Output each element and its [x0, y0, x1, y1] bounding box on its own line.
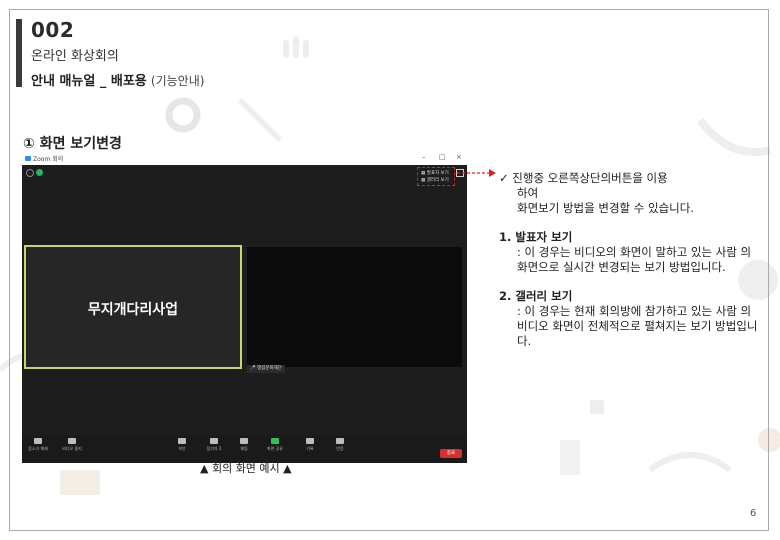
figure-caption: ▲ 회의 화면 예시 ▲ [200, 462, 292, 475]
intro-line-2: 하여 [517, 186, 539, 200]
share-screen-icon [271, 438, 279, 444]
chat-label: 채팅 [240, 446, 248, 451]
gallery-view-heading: 2. 갤러리 보기 [499, 289, 573, 303]
document-title-bold: 안내 매뉴얼 _ 배포용 [31, 74, 147, 89]
microphone-muted-icon [34, 438, 42, 444]
document-title-light: (기능안내) [150, 74, 205, 88]
intro-line-1: ✓ 진행중 오른쪽상단의버튼을 이용 [499, 171, 668, 185]
participant-tile[interactable]: 🎤 쟁점문화재단 [247, 247, 462, 373]
reactions-label: 반응 [336, 446, 344, 451]
stop-video-button[interactable]: 비디오 중지 [58, 438, 86, 452]
active-speaker-name: 무지개다리사업 [87, 302, 179, 318]
video-camera-icon [68, 438, 76, 444]
gallery-view-description: : 이 경우는 현재 회의방에 참가하고 있는 사람 의 비디오 화면이 전체적… [517, 304, 758, 348]
gallery-view-label: 갤러리 보기 [426, 178, 449, 183]
participant-name: 쟁점문화재단 [257, 366, 282, 371]
page-number: 6 [750, 508, 757, 519]
zoom-meeting-stage: ▦ 발표자 보기 ▦ 갤러리 보기 무지개다리사업 🎤 쟁점문화재단 음소거 해… [22, 165, 467, 463]
title-accent-bar [16, 19, 22, 87]
shield-icon [178, 438, 186, 444]
intro-line-3: 화면보기 방법을 변경할 수 있습니다. [517, 201, 694, 215]
zoom-window-title: Zoom 회의 [33, 156, 64, 163]
maximize-button[interactable]: □ [439, 153, 446, 161]
document-number: 002 [31, 18, 75, 42]
encryption-shield-icon[interactable] [36, 169, 43, 176]
description-block: ✓ 진행중 오른쪽상단의버튼을 이용 하여 화면보기 방법을 변경할 수 있습니… [499, 171, 764, 349]
zoom-logo-icon [25, 156, 31, 161]
speaker-view-option[interactable]: ▦ 발표자 보기 [421, 170, 449, 176]
participants-icon [210, 438, 218, 444]
view-switch-menu: ▦ 발표자 보기 ▦ 갤러리 보기 [417, 167, 455, 186]
active-speaker-tile[interactable]: 무지개다리사업 [24, 245, 242, 369]
unmute-button[interactable]: 음소거 해제 [24, 438, 52, 452]
close-window-button[interactable]: × [456, 153, 462, 161]
red-arrow-icon [457, 169, 496, 177]
speaker-view-heading: 1. 발표자 보기 [499, 230, 573, 244]
slide-page: 002 온라인 화상회의 안내 매뉴얼 _ 배포용 (기능안내) ① 화면 보기… [0, 0, 780, 540]
minimize-button[interactable]: – [422, 153, 426, 161]
zoom-window: Zoom 회의 – □ × ▦ 발표자 보기 ▦ 갤러리 보기 무지개다리사업 … [22, 153, 467, 463]
participants-count: 2 [218, 446, 222, 451]
record-button[interactable]: 기록 [300, 438, 320, 452]
section-title: ① 화면 보기변경 [23, 136, 122, 152]
record-icon [306, 438, 314, 444]
security-button[interactable]: 보안 [172, 438, 192, 452]
reactions-button[interactable]: 반응 [330, 438, 350, 452]
zoom-toolbar: 음소거 해제 비디오 중지 보안 참가자 2 채팅 화면 공유 기록 반응 [22, 435, 467, 463]
stop-video-label: 비디오 중지 [62, 446, 82, 451]
unmute-label: 음소거 해제 [28, 446, 48, 451]
emoji-reaction-icon [336, 438, 344, 444]
chat-button[interactable]: 채팅 [234, 438, 254, 452]
share-screen-label: 화면 공유 [267, 446, 283, 451]
participants-button[interactable]: 참가자 2 [202, 438, 226, 452]
zoom-title-bar: Zoom 회의 – □ × [22, 153, 467, 165]
security-label: 보안 [178, 446, 186, 451]
record-label: 기록 [306, 446, 314, 451]
speaker-view-label: 발표자 보기 [426, 171, 449, 176]
participants-label: 참가자 [206, 446, 218, 451]
participant-name-label: 🎤 쟁점문화재단 [247, 365, 285, 373]
share-screen-button[interactable]: 화면 공유 [262, 438, 288, 452]
end-meeting-button[interactable]: 종료 [440, 449, 462, 458]
chat-bubble-icon [240, 438, 248, 444]
document-subtitle: 온라인 화상회의 [31, 49, 119, 64]
document-title: 안내 매뉴얼 _ 배포용 (기능안내) [31, 70, 204, 89]
gallery-view-option[interactable]: ▦ 갤러리 보기 [421, 177, 449, 183]
speaker-view-description: : 이 경우는 비디오의 화면이 말하고 있는 사람 의 화면으로 실시간 변경… [517, 245, 752, 274]
info-icon[interactable] [26, 169, 34, 177]
